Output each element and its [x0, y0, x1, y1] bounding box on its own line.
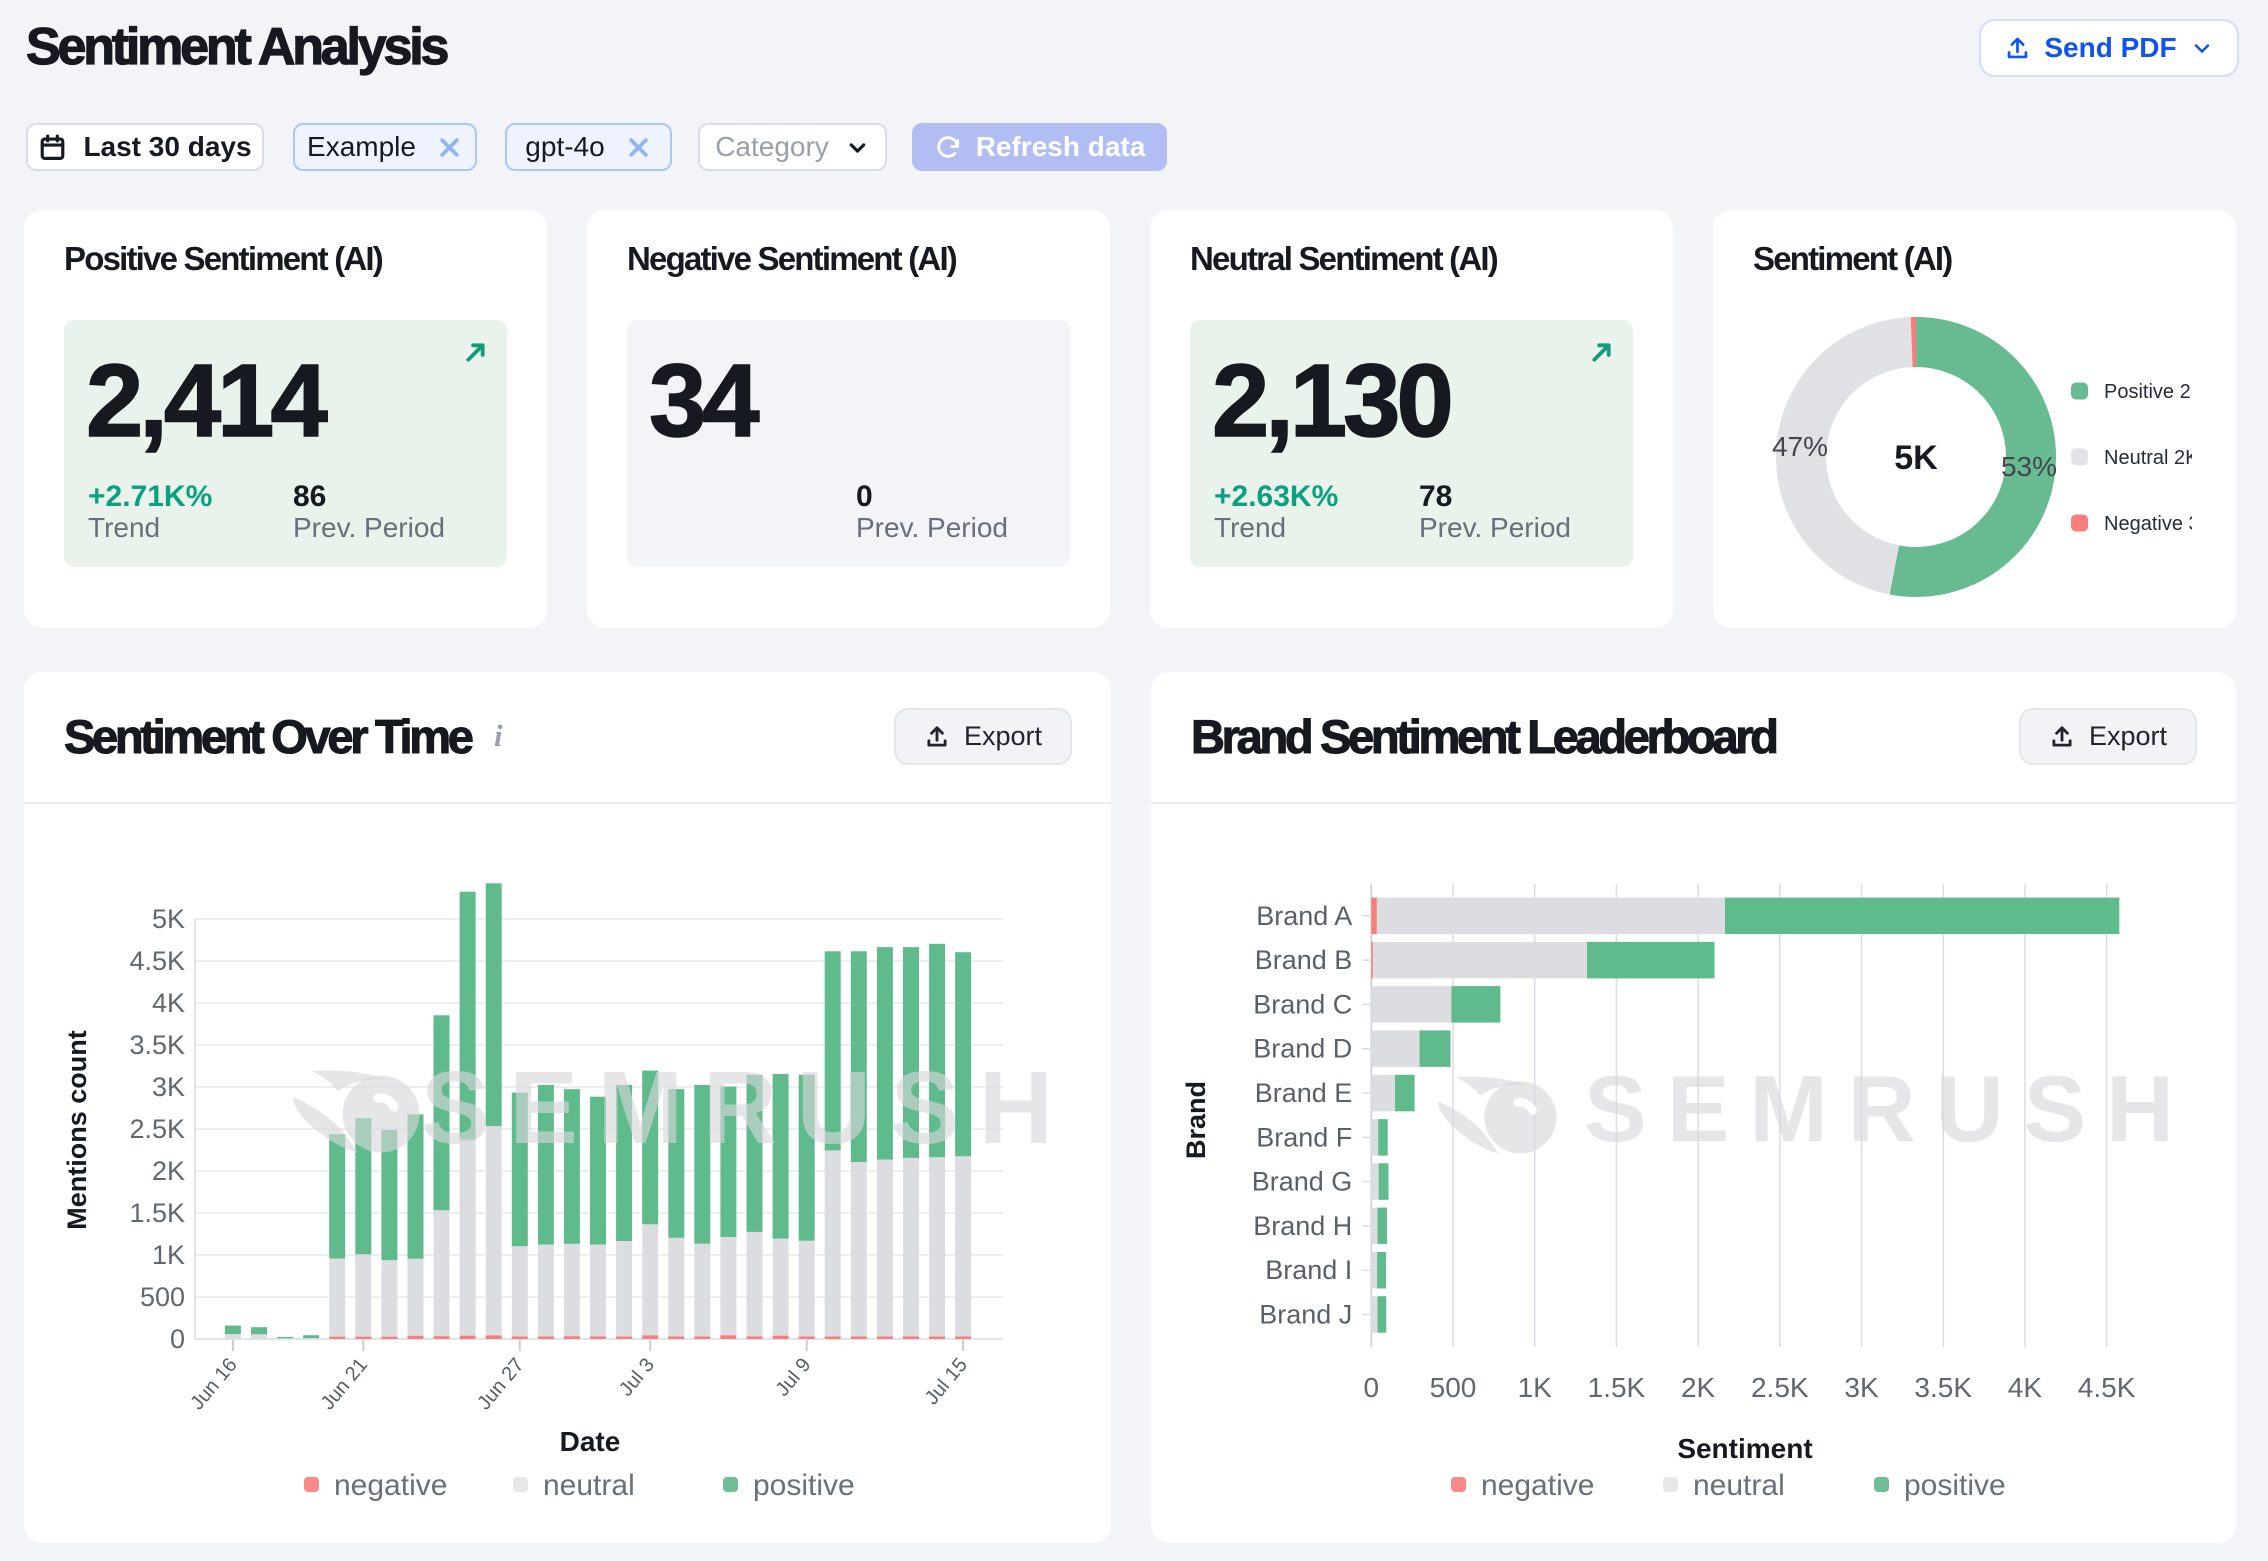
- svg-text:1.5K: 1.5K: [129, 1198, 185, 1228]
- svg-text:1K: 1K: [152, 1240, 185, 1270]
- svg-text:4K: 4K: [152, 988, 185, 1018]
- svg-text:500: 500: [1430, 1372, 1477, 1403]
- svg-text:3K: 3K: [152, 1072, 185, 1102]
- svg-text:4.5K: 4.5K: [2078, 1372, 2136, 1403]
- svg-text:53%: 53%: [2001, 451, 2057, 482]
- svg-text:Brand G: Brand G: [1252, 1167, 1353, 1197]
- svg-text:Brand A: Brand A: [1256, 901, 1352, 931]
- svg-text:Brand J: Brand J: [1259, 1300, 1352, 1330]
- svg-text:Brand C: Brand C: [1253, 989, 1352, 1019]
- svg-text:3K: 3K: [1844, 1372, 1879, 1403]
- svg-text:Date: Date: [560, 1426, 621, 1457]
- svg-text:neutral: neutral: [543, 1469, 635, 1502]
- svg-text:500: 500: [140, 1282, 185, 1312]
- svg-text:Jul 3: Jul 3: [615, 1354, 659, 1401]
- svg-text:neutral: neutral: [1693, 1469, 1785, 1502]
- svg-text:1K: 1K: [1518, 1372, 1553, 1403]
- svg-text:4K: 4K: [2008, 1372, 2043, 1403]
- svg-text:3.5K: 3.5K: [129, 1030, 185, 1060]
- svg-text:Jun 21: Jun 21: [317, 1354, 372, 1414]
- svg-text:Brand D: Brand D: [1253, 1034, 1352, 1064]
- svg-text:2.5K: 2.5K: [129, 1114, 185, 1144]
- svg-text:Sentiment: Sentiment: [1677, 1433, 1812, 1464]
- svg-text:Jul 15: Jul 15: [921, 1354, 972, 1409]
- svg-text:Brand B: Brand B: [1255, 945, 1353, 975]
- svg-text:2.5K: 2.5K: [1751, 1372, 1809, 1403]
- svg-text:Mentions count: Mentions count: [62, 1030, 92, 1229]
- svg-text:negative: negative: [334, 1469, 447, 1502]
- svg-text:Jul 9: Jul 9: [772, 1354, 816, 1401]
- svg-text:1.5K: 1.5K: [1588, 1372, 1646, 1403]
- svg-text:positive: positive: [753, 1469, 855, 1502]
- svg-text:0: 0: [170, 1324, 185, 1354]
- svg-text:2K: 2K: [152, 1156, 185, 1186]
- svg-text:5K: 5K: [152, 904, 185, 934]
- svg-text:positive: positive: [1904, 1469, 2006, 1502]
- svg-text:5K: 5K: [1894, 439, 1938, 477]
- svg-text:Brand E: Brand E: [1255, 1078, 1353, 1108]
- svg-text:0: 0: [1364, 1372, 1380, 1403]
- svg-text:3.5K: 3.5K: [1914, 1372, 1972, 1403]
- svg-text:Brand H: Brand H: [1253, 1211, 1352, 1241]
- svg-text:47%: 47%: [1772, 431, 1828, 462]
- svg-text:Jun 16: Jun 16: [186, 1354, 241, 1414]
- svg-text:Brand F: Brand F: [1256, 1122, 1352, 1152]
- svg-text:4.5K: 4.5K: [129, 946, 185, 976]
- svg-text:2K: 2K: [1681, 1372, 1716, 1403]
- svg-text:Brand: Brand: [1181, 1081, 1211, 1159]
- svg-text:Jun 27: Jun 27: [473, 1354, 528, 1414]
- svg-text:negative: negative: [1481, 1469, 1594, 1502]
- svg-text:Brand I: Brand I: [1265, 1255, 1352, 1285]
